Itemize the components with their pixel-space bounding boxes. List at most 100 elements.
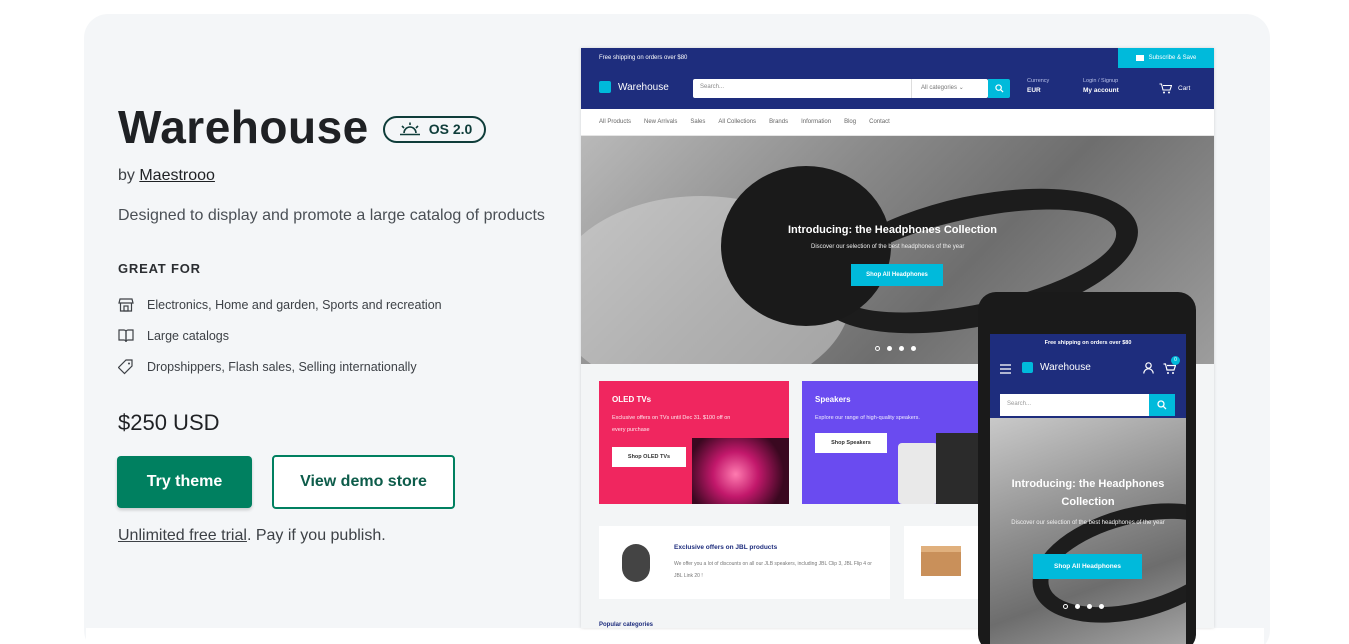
mail-icon	[1135, 55, 1144, 61]
nav-item: Brands	[769, 119, 789, 125]
cart-label: Cart	[1178, 85, 1191, 92]
mobile-search-row: Search...	[990, 394, 1186, 418]
tile-button: Shop OLED TVs	[612, 447, 686, 467]
desktop-logo-text: Warehouse	[618, 81, 669, 93]
feature-label: Large catalogs	[147, 329, 230, 343]
desktop-category-select: All categories ⌄	[911, 79, 988, 98]
view-demo-store-button[interactable]: View demo store	[272, 455, 455, 509]
box-image	[921, 546, 961, 576]
feature-label: Electronics, Home and garden, Sports and…	[147, 298, 442, 312]
feature-label: Dropshippers, Flash sales, Selling inter…	[147, 360, 417, 374]
jbl-speaker-image	[622, 544, 650, 582]
desktop-search-placeholder: Search...	[700, 84, 725, 90]
cart-count-badge: 0	[1171, 356, 1180, 365]
desktop-hero-dots	[875, 346, 923, 351]
user-icon	[1143, 362, 1154, 374]
free-trial-link[interactable]: Unlimited free trial	[118, 527, 247, 544]
nav-item: New Arrivals	[644, 119, 678, 125]
trial-note-rest: . Pay if you publish.	[246, 527, 386, 544]
slide-dot	[899, 346, 904, 351]
desktop-cart: Cart	[1159, 83, 1190, 94]
promo-tile-oled: OLED TVs Exclusive offers on TVs until D…	[599, 381, 789, 504]
slide-dot	[1087, 604, 1092, 609]
mobile-cart: 0	[1163, 356, 1180, 380]
slide-dot	[1063, 604, 1068, 609]
logo-mark-icon	[1022, 362, 1033, 373]
shipping-notice: Free shipping on orders over $80	[599, 55, 688, 61]
title-row: Warehouse OS 2.0	[118, 100, 487, 154]
mobile-search-input: Search...	[1000, 394, 1149, 416]
promo-tile-speakers: Speakers Explore our range of high-quali…	[802, 381, 982, 504]
mobile-logo: Warehouse	[1022, 362, 1091, 373]
currency-label: Currency	[1027, 78, 1050, 84]
desktop-topbar: Free shipping on orders over $80 Subscri…	[581, 48, 1214, 68]
desktop-nav: All Products New Arrivals Sales All Coll…	[581, 109, 1214, 136]
desktop-search-button	[988, 79, 1010, 98]
mobile-hero-subtitle: Discover our selection of the best headp…	[1011, 520, 1165, 526]
desktop-logo: Warehouse	[599, 81, 669, 93]
tile-text: Exclusive offers on TVs until Dec 31. $1…	[612, 415, 731, 433]
nav-item: Blog	[844, 119, 857, 125]
subscribe-label: Subscribe & Save	[1148, 55, 1197, 61]
price: $250 USD	[118, 410, 220, 435]
store-icon	[118, 297, 134, 313]
great-for-heading: GREAT FOR	[118, 261, 201, 276]
desktop-account: Login / Signup My account	[1083, 78, 1119, 94]
mobile-header: Warehouse 0	[990, 352, 1186, 394]
slide-dot	[875, 346, 880, 351]
tile-title: Speakers	[815, 395, 851, 404]
subscribe-button: Subscribe & Save	[1118, 48, 1214, 68]
currency-value: EUR	[1027, 87, 1041, 94]
mobile-screen: Free shipping on orders over $80 Warehou…	[990, 334, 1186, 644]
theme-description: Designed to display and promote a large …	[118, 207, 545, 224]
desktop-hero-title: Introducing: the Headphones Collection	[788, 224, 997, 236]
logo-mark-icon	[599, 81, 611, 93]
popular-categories-heading: Popular categories	[599, 622, 654, 628]
try-theme-button[interactable]: Try theme	[117, 456, 252, 508]
byline-prefix: by	[118, 167, 140, 184]
sunrise-icon	[399, 122, 420, 136]
speaker-image	[936, 433, 982, 504]
nav-item: All Collections	[718, 119, 757, 125]
slide-dot	[887, 346, 892, 351]
feature-item: Dropshippers, Flash sales, Selling inter…	[118, 359, 417, 375]
mobile-hero: Introducing: the Headphones Collection D…	[990, 418, 1186, 644]
menu-icon	[1000, 364, 1011, 374]
flower-image	[692, 438, 789, 504]
desktop-currency: Currency EUR	[1027, 78, 1049, 94]
jbl-title: Exclusive offers on JBL products	[674, 544, 778, 551]
jbl-text: We offer you a lot of discounts on all o…	[674, 561, 872, 579]
mobile-topbar: Free shipping on orders over $80	[990, 334, 1186, 352]
feature-item: Large catalogs	[118, 328, 229, 344]
os-badge: OS 2.0	[382, 115, 487, 143]
author-link[interactable]: Maestrooo	[139, 167, 215, 184]
tag-icon	[118, 359, 134, 375]
search-icon	[1157, 400, 1167, 410]
box-offer	[904, 526, 984, 599]
nav-item: All Products	[599, 119, 632, 125]
category-label: All categories	[921, 85, 958, 91]
mobile-header-icons: 0	[1143, 356, 1180, 380]
speaker-image	[898, 443, 938, 504]
tile-text: Explore our range of high-quality speake…	[815, 415, 920, 421]
cart-icon	[1159, 83, 1172, 94]
trial-note: Unlimited free trial. Pay if you publish…	[118, 527, 386, 545]
search-icon	[994, 84, 1004, 93]
mobile-hero-dots	[1063, 604, 1111, 609]
theme-title: Warehouse	[118, 101, 369, 153]
slide-dot	[1099, 604, 1104, 609]
nav-item: Information	[801, 119, 832, 125]
slide-dot	[911, 346, 916, 351]
tile-button: Shop Speakers	[815, 433, 887, 453]
slide-dot	[1075, 604, 1080, 609]
os-badge-label: OS 2.0	[428, 121, 473, 137]
tile-title: OLED TVs	[612, 395, 652, 404]
desktop-search: Search... All categories ⌄	[693, 79, 988, 98]
mobile-search-button	[1149, 394, 1175, 416]
mobile-preview: Free shipping on orders over $80 Warehou…	[978, 292, 1196, 644]
desktop-hero-cta: Shop All Headphones	[851, 264, 943, 286]
mobile-hero-title: Introducing: the Headphones Collection	[1011, 478, 1165, 508]
desktop-hero-subtitle: Discover our selection of the best headp…	[811, 244, 965, 250]
nav-item: Sales	[690, 119, 706, 125]
mobile-hero-cta: Shop All Headphones	[1033, 554, 1142, 579]
